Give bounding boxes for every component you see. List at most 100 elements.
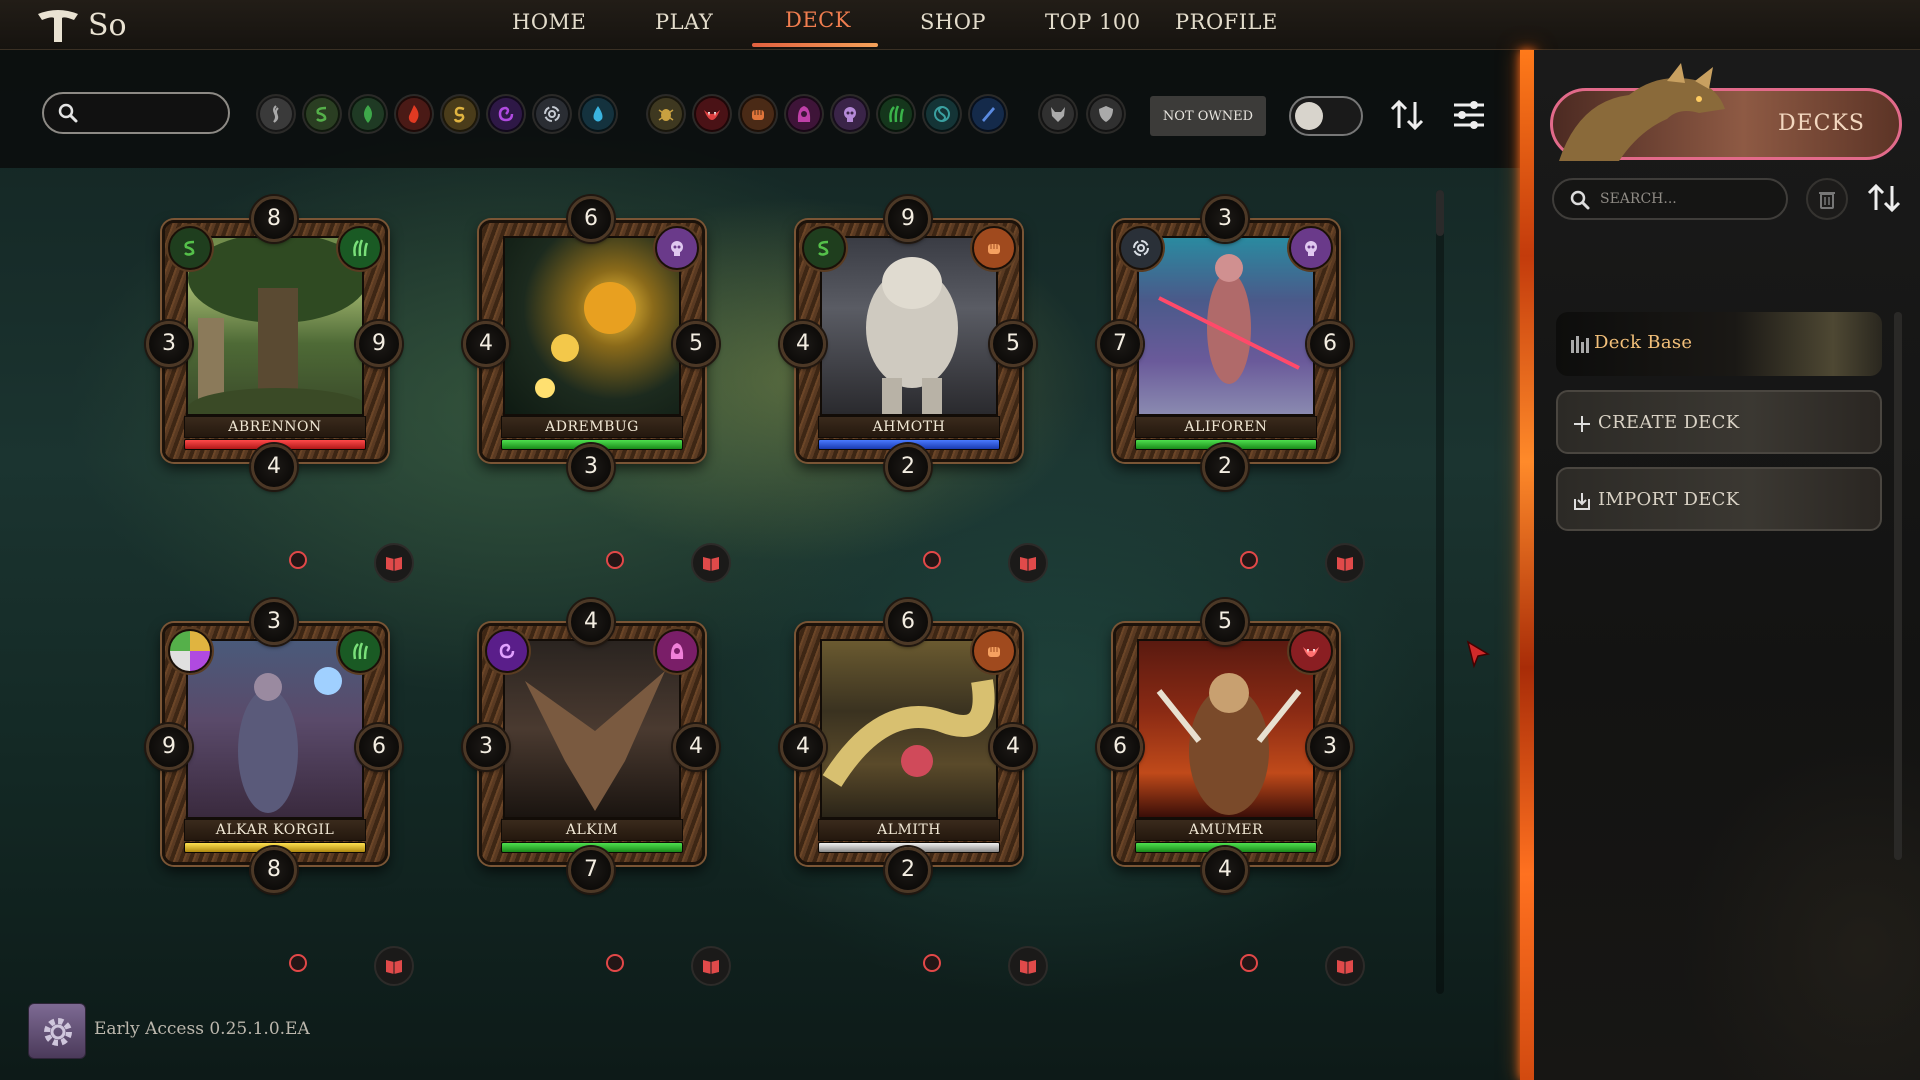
card-grid-scrollbar[interactable] (1436, 190, 1444, 994)
settings-button[interactable] (28, 1003, 86, 1059)
deck-item-deck-base[interactable]: Deck Base (1556, 312, 1882, 376)
filter-blade[interactable] (970, 96, 1006, 132)
stat-left: 4 (780, 724, 826, 770)
card-lore-button[interactable] (1008, 543, 1048, 583)
filter-arcane-swirl[interactable] (488, 96, 524, 132)
pointer-cursor-icon (1466, 640, 1491, 669)
deck-search-input[interactable] (1600, 188, 1770, 210)
nav-home[interactable]: HOME (512, 10, 586, 34)
delete-deck-button[interactable] (1806, 178, 1848, 220)
skull-icon (1289, 226, 1333, 270)
add-card-dot[interactable] (289, 551, 307, 569)
deck-search[interactable] (1552, 178, 1788, 220)
filter-settings-icon[interactable] (1448, 94, 1490, 136)
card-lore-button[interactable] (374, 543, 414, 583)
claw-icon (338, 226, 382, 270)
stat-top: 9 (885, 196, 931, 242)
filter-leaf[interactable] (350, 96, 386, 132)
filter-beast[interactable] (1040, 96, 1076, 132)
stat-left: 3 (463, 724, 509, 770)
book-icon (1020, 557, 1036, 571)
card-name: ALKAR KORGIL (184, 819, 366, 841)
card-lore-button[interactable] (1008, 946, 1048, 986)
filter-gold-rune[interactable] (442, 96, 478, 132)
import-deck-label: IMPORT DECK (1598, 489, 1740, 510)
filter-water[interactable] (580, 96, 616, 132)
smoke-icon (273, 105, 279, 123)
card-lore-button[interactable] (1325, 946, 1365, 986)
card-collection-area: NOT OWNED ABRENNON 8 3 9 4 ADREMBUG 6 4 … (0, 50, 1532, 1080)
leaf-icon (364, 105, 372, 123)
skull-icon (655, 226, 699, 270)
card-adrembug[interactable]: ADREMBUG 6 4 5 3 (463, 196, 719, 492)
nav-top-100[interactable]: TOP 100 (1045, 10, 1141, 34)
owned-toggle[interactable] (1289, 96, 1363, 136)
game-logo-icon[interactable] (34, 8, 82, 46)
card-lore-button[interactable] (374, 946, 414, 986)
card-alkar-korgil[interactable]: ALKAR KORGIL 3 9 6 8 (146, 599, 402, 895)
card-lore-button[interactable] (691, 543, 731, 583)
filter-shield[interactable] (1088, 96, 1124, 132)
filter-smoke[interactable] (258, 96, 294, 132)
not-owned-filter-button[interactable]: NOT OWNED (1150, 96, 1266, 136)
add-card-dot[interactable] (1240, 954, 1258, 972)
decks-header[interactable]: DECKS (1550, 63, 1902, 161)
scrollbar-thumb[interactable] (1894, 312, 1902, 860)
card-aliforen[interactable]: ALIFOREN 3 7 6 2 (1097, 196, 1353, 492)
filter-skull[interactable] (832, 96, 868, 132)
blade-icon (982, 107, 995, 122)
add-card-dot[interactable] (923, 954, 941, 972)
card-search[interactable] (42, 92, 230, 134)
add-card-dot[interactable] (923, 551, 941, 569)
card-almith[interactable]: ALMITH 6 4 4 2 (780, 599, 1036, 895)
deck-list-scrollbar[interactable] (1894, 312, 1902, 860)
stat-top: 6 (885, 599, 931, 645)
username[interactable]: So (88, 8, 127, 43)
card-name: AMUMER (1135, 819, 1317, 841)
add-card-dot[interactable] (289, 954, 307, 972)
filter-vampire[interactable] (694, 96, 730, 132)
sort-icon[interactable] (1386, 94, 1428, 136)
arcane-swirl-icon (485, 629, 529, 673)
scrollbar-thumb[interactable] (1436, 190, 1444, 236)
card-art (1137, 639, 1315, 819)
filter-flame[interactable] (396, 96, 432, 132)
import-deck-button[interactable]: IMPORT DECK (1556, 467, 1882, 531)
card-lore-button[interactable] (691, 946, 731, 986)
create-deck-button[interactable]: CREATE DECK (1556, 390, 1882, 454)
nav-profile[interactable]: PROFILE (1175, 10, 1278, 34)
card-alkim[interactable]: ALKIM 4 3 4 7 (463, 599, 719, 895)
nav-shop[interactable]: SHOP (920, 10, 986, 34)
vortex-icon (544, 106, 560, 122)
nav-deck[interactable]: DECK (785, 8, 851, 32)
nav-play[interactable]: PLAY (655, 10, 713, 34)
card-ahmoth[interactable]: AHMOTH 9 4 5 2 (780, 196, 1036, 492)
deck-sort-icon[interactable] (1864, 178, 1904, 218)
filter-hooded[interactable] (786, 96, 822, 132)
card-search-input[interactable] (86, 100, 220, 126)
card-abrennon[interactable]: ABRENNON 8 3 9 4 (146, 196, 402, 492)
stat-left: 9 (146, 724, 192, 770)
money-rune-icon (316, 106, 327, 122)
filter-claw[interactable] (878, 96, 914, 132)
trash-icon (1819, 192, 1835, 209)
card-amumer[interactable]: AMUMER 5 6 3 4 (1097, 599, 1353, 895)
add-card-dot[interactable] (606, 954, 624, 972)
beast-head-icon (1051, 107, 1065, 122)
add-card-dot[interactable] (606, 551, 624, 569)
filter-yin-yang[interactable] (924, 96, 960, 132)
add-card-dot[interactable] (1240, 551, 1258, 569)
skeleton-warrior-art (1158, 254, 1300, 384)
filter-fist[interactable] (740, 96, 776, 132)
stat-top: 4 (568, 599, 614, 645)
yin-yang-icon (934, 106, 950, 122)
filter-insect[interactable] (648, 96, 684, 132)
filter-money-rune[interactable] (304, 96, 340, 132)
card-art (186, 639, 364, 819)
card-lore-button[interactable] (1325, 543, 1365, 583)
stat-bottom: 2 (1202, 444, 1248, 490)
vortex-icon (1119, 226, 1163, 270)
filter-vortex[interactable] (534, 96, 570, 132)
stat-top: 3 (1202, 196, 1248, 242)
gear-icon (44, 1018, 72, 1046)
